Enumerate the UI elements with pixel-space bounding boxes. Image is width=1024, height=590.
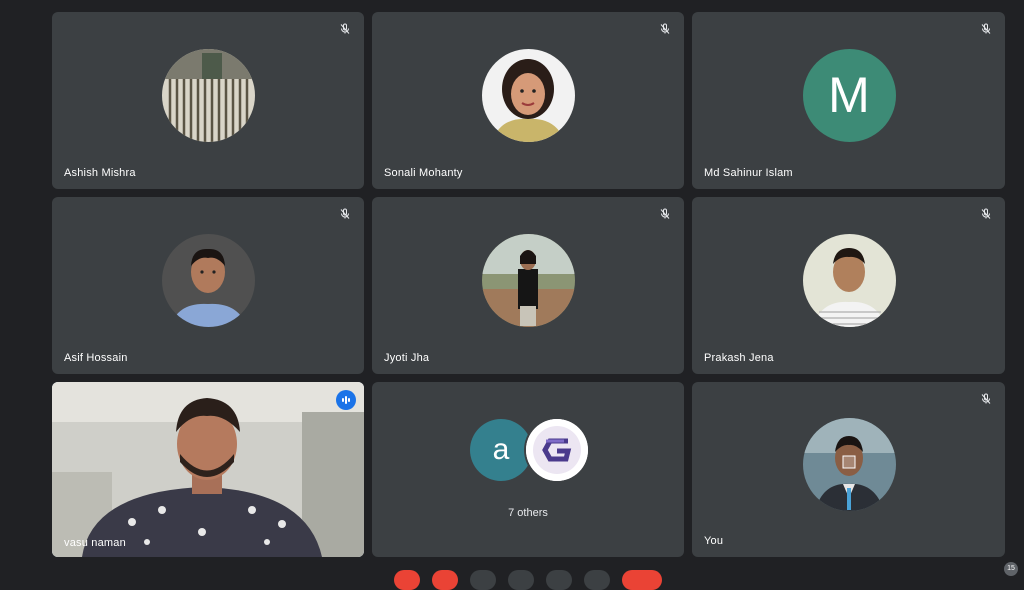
profile-photo [802,417,896,511]
participant-count-badge[interactable]: 15 [1004,562,1018,576]
captions-button[interactable] [470,570,496,590]
initial-avatar: a [470,419,532,481]
participant-name: You [704,535,724,547]
participant-tile[interactable]: Prakash Jena [692,197,1005,374]
profile-photo [802,233,896,327]
avatar-initial: M [828,67,870,123]
participant-name: Asif Hossain [64,352,128,364]
participant-tile[interactable]: Jyoti Jha [372,197,684,374]
profile-photo [482,48,575,142]
mic-off-icon [336,20,354,38]
participant-tile[interactable]: Sonali Mohanty [372,12,684,189]
profile-photo [482,233,575,327]
participant-name: Sonali Mohanty [384,167,463,179]
emoji-button[interactable] [508,570,534,590]
mic-off-icon [977,20,995,38]
mic-button[interactable] [394,570,420,590]
avatar-initial: a [492,433,510,466]
initial-avatar: M [802,48,896,142]
participant-tile[interactable]: Ashish Mishra [52,12,364,189]
participant-name: Ashish Mishra [64,167,136,179]
end-call-button[interactable] [622,570,662,590]
profile-photo [162,233,255,327]
mic-off-icon [977,390,995,408]
mic-off-icon [977,205,995,223]
others-tile[interactable]: a 7 others [372,382,684,557]
mic-off-icon [656,205,674,223]
participant-name: Prakash Jena [704,352,774,364]
self-tile[interactable]: You [692,382,1005,557]
mic-off-icon [336,205,354,223]
profile-photo [526,419,588,481]
video-feed [52,382,364,557]
mic-off-icon [656,20,674,38]
participant-name: Jyoti Jha [384,352,430,364]
camera-button[interactable] [432,570,458,590]
profile-photo [162,48,255,142]
speaking-indicator-icon [336,390,356,410]
others-count-label: 7 others [508,507,548,519]
participant-grid: Ashish Mishra Sonali Mohanty M Md Sahinu… [52,12,1005,558]
present-button[interactable] [546,570,572,590]
participant-tile[interactable]: M Md Sahinur Islam [692,12,1005,189]
participant-name: Md Sahinur Islam [704,167,793,179]
more-options-button[interactable] [584,570,610,590]
participant-video-tile[interactable]: vasu naman [52,382,364,557]
participant-tile[interactable]: Asif Hossain [52,197,364,374]
participant-name: vasu naman [64,537,126,549]
